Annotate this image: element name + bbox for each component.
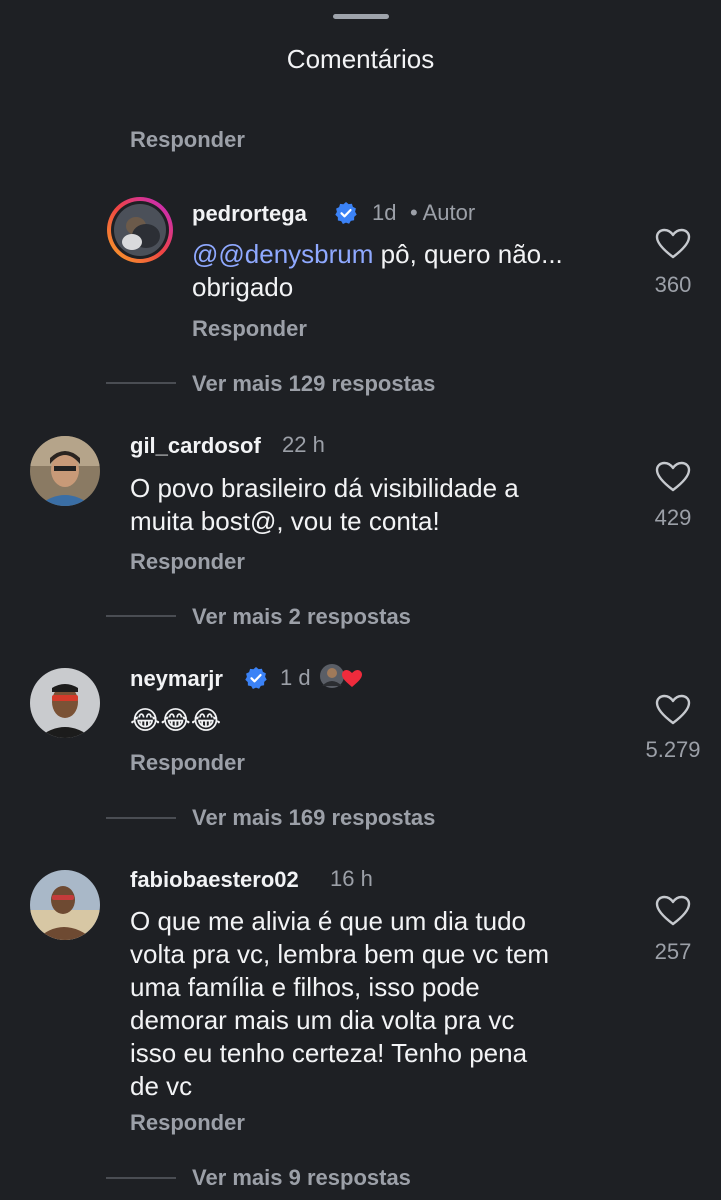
avatar-image — [30, 668, 100, 738]
author-badge: • Autor — [410, 200, 476, 225]
reply-button[interactable]: Responder — [192, 316, 307, 342]
avatar[interactable] — [106, 196, 174, 264]
reply-button[interactable]: Responder — [130, 127, 245, 153]
reply-button[interactable]: Responder — [130, 1110, 245, 1136]
divider-line — [106, 382, 176, 384]
view-more-replies[interactable]: Ver mais 2 respostas — [192, 604, 411, 630]
like-heart-icon[interactable] — [655, 694, 691, 726]
like-heart-icon[interactable] — [655, 461, 691, 493]
like-count: 429 — [654, 505, 692, 530]
divider-line — [106, 615, 176, 617]
comment-time: 22 h — [282, 432, 325, 457]
like-count: 360 — [654, 272, 692, 297]
divider-line — [106, 817, 176, 819]
page-title: Comentários — [286, 44, 435, 74]
avatar-image — [107, 197, 173, 263]
like-heart-icon[interactable] — [655, 895, 691, 927]
comment-time: 1 d — [280, 665, 311, 690]
avatar[interactable] — [30, 436, 100, 506]
comment-time: 16 h — [330, 866, 373, 891]
divider-line — [106, 1177, 176, 1179]
threads-icon: @ — [192, 239, 219, 269]
comment-text: 😂😂😂 — [130, 705, 222, 735]
comments-sheet: mudar algumas coisas Comentários Respond… — [0, 0, 721, 1200]
view-more-replies[interactable]: Ver mais 9 respostas — [192, 1165, 411, 1191]
comment-username[interactable]: fabiobaestero02 — [130, 867, 299, 893]
creator-liked-icon — [320, 664, 362, 688]
comment-username[interactable]: neymarjr — [130, 666, 223, 692]
comment-text: O povo brasileiro dá visibilidade a muit… — [130, 473, 519, 536]
drag-handle[interactable] — [333, 14, 389, 19]
like-heart-icon[interactable] — [655, 228, 691, 260]
like-count: 5.279 — [645, 737, 701, 762]
comment-text: @@denysbrum pô, quero não... obrigado — [192, 239, 563, 302]
avatar[interactable] — [30, 668, 100, 738]
comment-text: O que me alivia é que um dia tudo volta … — [130, 906, 550, 1101]
avatar-image — [30, 870, 100, 940]
like-count: 257 — [654, 939, 692, 964]
verified-badge-icon — [335, 202, 357, 224]
reply-button[interactable]: Responder — [130, 549, 245, 575]
threads-icon: @ — [249, 506, 277, 536]
comment-username[interactable]: gil_cardosof — [130, 433, 261, 459]
avatar[interactable] — [30, 870, 100, 940]
comment-username[interactable]: pedrortega — [192, 201, 307, 227]
avatar-image — [30, 436, 100, 506]
mention-link[interactable]: @@denysbrum — [192, 239, 373, 269]
reply-button[interactable]: Responder — [130, 750, 245, 776]
view-more-replies[interactable]: Ver mais 129 respostas — [192, 371, 435, 397]
view-more-replies[interactable]: Ver mais 169 respostas — [192, 805, 435, 831]
verified-badge-icon — [245, 667, 267, 689]
comment-time: 1d — [372, 200, 397, 225]
